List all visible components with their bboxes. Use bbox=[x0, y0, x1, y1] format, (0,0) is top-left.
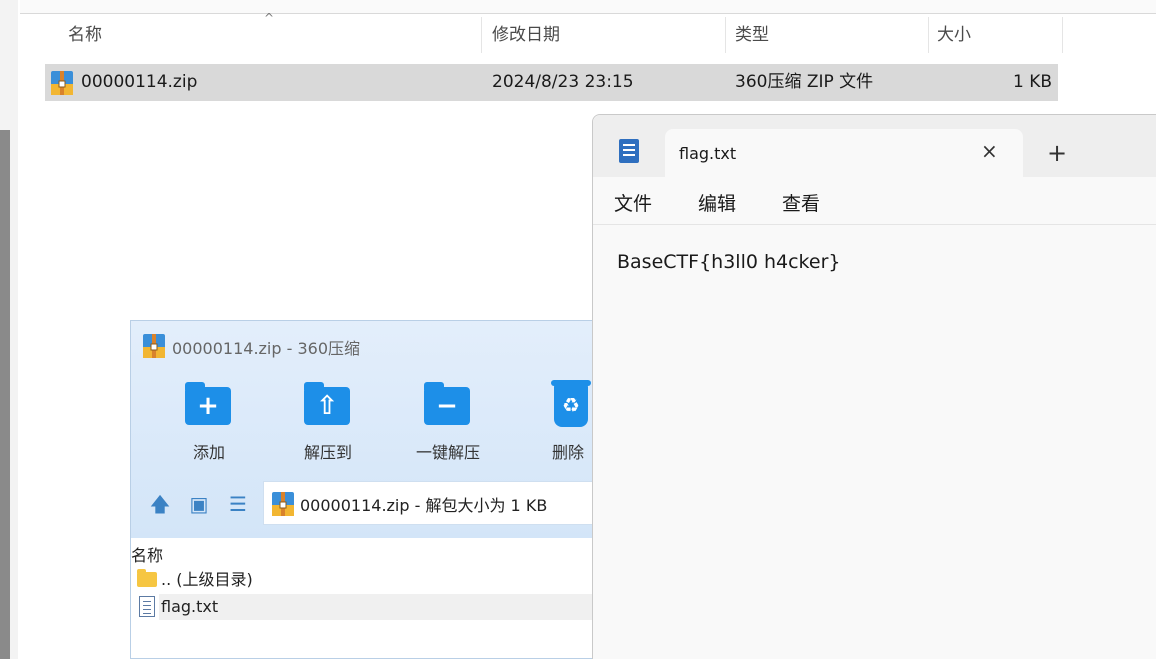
file-modified: 2024/8/23 23:15 bbox=[492, 72, 634, 92]
column-header-modified[interactable]: 修改日期 bbox=[486, 17, 726, 53]
add-folder-icon: + bbox=[185, 382, 233, 427]
list-item-flag-txt[interactable]: flag.txt bbox=[131, 594, 601, 620]
file-type: 360压缩 ZIP 文件 bbox=[735, 72, 874, 92]
folder-icon bbox=[137, 569, 157, 587]
zip-archive-window: 00000114.zip - 360压缩 + 添加 ⇧ 解压到 − 一键解压 ♻… bbox=[130, 320, 603, 659]
new-tab-icon[interactable]: + bbox=[1047, 139, 1067, 167]
menu-file[interactable]: 文件 bbox=[614, 189, 652, 216]
extract-to-button-label: 解压到 bbox=[303, 443, 352, 462]
zip-archive-icon bbox=[51, 71, 73, 95]
address-bar[interactable]: 00000114.zip - 解包大小为 1 KB bbox=[263, 481, 603, 525]
one-click-extract-icon: − bbox=[424, 382, 472, 427]
selection-highlight bbox=[159, 594, 601, 620]
list-item-label: .. (上级目录) bbox=[161, 570, 253, 589]
zip-window-title: 00000114.zip - 360压缩 bbox=[172, 339, 361, 358]
document-text[interactable]: BaseCTF{h3ll0 h4cker} bbox=[617, 251, 840, 273]
up-level-icon[interactable]: 🡅 bbox=[147, 491, 173, 517]
column-header-type[interactable]: 类型 bbox=[729, 17, 929, 53]
menu-view[interactable]: 查看 bbox=[782, 189, 820, 216]
text-file-icon bbox=[139, 596, 155, 617]
list-view-icon[interactable]: ☰ bbox=[225, 491, 251, 517]
extract-to-icon: ⇧ bbox=[304, 382, 352, 427]
file-name: 00000114.zip bbox=[81, 72, 198, 92]
add-button[interactable]: + 添加 bbox=[164, 382, 254, 463]
one-click-extract-button[interactable]: − 一键解压 bbox=[403, 382, 493, 463]
column-header-name[interactable]: 名称 bbox=[62, 17, 482, 53]
file-size: 1 KB bbox=[1012, 72, 1052, 92]
explorer-toolbar-edge bbox=[20, 0, 1156, 14]
tab-bar: flag.txt × + bbox=[593, 115, 1156, 177]
list-item-label: flag.txt bbox=[161, 597, 219, 616]
thumbnail-view-icon[interactable]: ▣ bbox=[186, 491, 212, 517]
one-click-extract-button-label: 一键解压 bbox=[415, 443, 480, 462]
tab-flag-txt[interactable]: flag.txt × bbox=[665, 129, 1023, 177]
address-text: 00000114.zip - 解包大小为 1 KB bbox=[300, 496, 548, 515]
menu-edit[interactable]: 编辑 bbox=[698, 189, 736, 216]
file-row[interactable]: 00000114.zip 2024/8/23 23:15 360压缩 ZIP 文… bbox=[45, 64, 1058, 101]
menu-bar: 文件 编辑 查看 bbox=[593, 177, 1156, 225]
extract-to-button[interactable]: ⇧ 解压到 bbox=[283, 382, 373, 463]
recycle-bin-icon: ♻ bbox=[544, 380, 592, 427]
tab-title: flag.txt bbox=[679, 144, 737, 163]
column-header-size[interactable]: 大小 bbox=[931, 17, 1063, 53]
text-editor[interactable]: BaseCTF{h3ll0 h4cker} bbox=[593, 225, 1156, 659]
zip-archive-icon bbox=[272, 492, 294, 516]
zip-archive-icon bbox=[143, 334, 165, 358]
list-item-parent-dir[interactable]: .. (上级目录) bbox=[131, 567, 601, 593]
close-tab-icon[interactable]: × bbox=[981, 139, 998, 163]
add-button-label: 添加 bbox=[192, 443, 225, 462]
column-header-name[interactable]: 名称 bbox=[131, 542, 163, 566]
notepad-app-icon bbox=[619, 139, 639, 163]
notepad-window: flag.txt × + 文件 编辑 查看 BaseCTF{h3ll0 h4ck… bbox=[592, 114, 1156, 659]
navigation-scrollbar[interactable] bbox=[0, 130, 10, 659]
